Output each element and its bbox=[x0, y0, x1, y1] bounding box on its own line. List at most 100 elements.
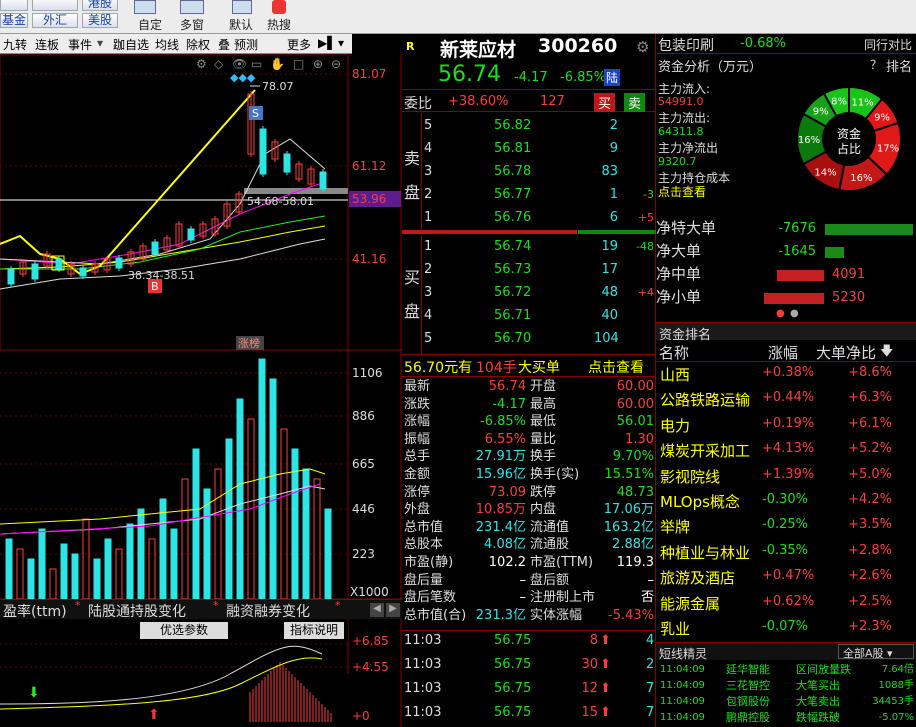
tool-lianban[interactable]: 连板 bbox=[35, 36, 59, 53]
news-stock[interactable]: 包钢股份 bbox=[726, 694, 770, 710]
rank-row[interactable]: 煤炭开采加工 +4.13% +5.2% bbox=[658, 437, 916, 462]
sell-button[interactable]: 卖 bbox=[624, 93, 646, 112]
ask-level-row[interactable]: 1 56.76 6 +5 bbox=[404, 207, 654, 230]
custom-icon[interactable] bbox=[134, 0, 156, 14]
news-stock[interactable]: 延华智能 bbox=[726, 662, 770, 678]
tab-hk-connect[interactable]: 陆股通持股变化 bbox=[88, 601, 186, 621]
bid-level-row[interactable]: 3 56.72 48 +4 bbox=[404, 282, 654, 305]
view-link[interactable]: 点击查看 bbox=[588, 357, 644, 377]
pie-slice-label: 9% bbox=[813, 107, 829, 118]
ask-level-row[interactable]: 5 56.82 2 bbox=[404, 115, 654, 138]
rank-row[interactable]: 影视院线 +1.39% +5.0% bbox=[658, 463, 916, 488]
tool-exright[interactable]: 除权 bbox=[186, 36, 210, 53]
market-btn[interactable] bbox=[0, 0, 28, 11]
chevron-down-icon[interactable]: ▾ bbox=[338, 36, 344, 50]
news-stock[interactable]: 鹏鼎控股 bbox=[726, 710, 770, 726]
stat-label: 总市值(合) bbox=[404, 607, 467, 623]
tab-pe-ttm[interactable]: 盈率(ttm) bbox=[3, 601, 67, 621]
rank-row[interactable]: MLOps概念 -0.30% +4.2% bbox=[658, 488, 916, 513]
rank-row[interactable]: 乳业 -0.07% +2.3% bbox=[658, 615, 916, 640]
tool-overlay[interactable]: 叠 bbox=[218, 36, 230, 53]
default-icon[interactable] bbox=[232, 0, 252, 14]
page-dot[interactable]: ● bbox=[776, 306, 785, 322]
tool-forecast[interactable]: 预测 bbox=[234, 36, 258, 53]
settings-icon[interactable]: ⚙ bbox=[636, 38, 649, 56]
volume-bar bbox=[27, 558, 35, 600]
rank-link[interactable]: 排名 bbox=[886, 56, 912, 75]
bid-level-row[interactable]: 1 56.74 19 -48 bbox=[404, 236, 654, 259]
scroll-right-icon[interactable]: ▶ bbox=[386, 603, 400, 617]
rank-row[interactable]: 电力 +0.19% +6.1% bbox=[658, 412, 916, 437]
candle bbox=[259, 128, 267, 175]
rank-row[interactable]: 种植业与林业 -0.35% +2.8% bbox=[658, 539, 916, 564]
expand-icon[interactable]: ▶▌ bbox=[318, 36, 336, 50]
default-label[interactable]: 默认 bbox=[229, 16, 253, 33]
rank-row[interactable]: 公路铁路运输 +0.44% +6.3% bbox=[658, 386, 916, 411]
sector-name[interactable]: 包装印刷 bbox=[658, 35, 714, 55]
volume-bar bbox=[269, 378, 277, 600]
bid-level-row[interactable]: 4 56.71 40 bbox=[404, 305, 654, 328]
news-time: 11:04:09 bbox=[660, 664, 705, 675]
bid-level-row[interactable]: 5 56.70 104 bbox=[404, 328, 654, 351]
news-event: 区间放量跌 bbox=[796, 663, 851, 676]
stat-label: 盘后量 bbox=[404, 572, 444, 588]
scroll-left-icon[interactable]: ◀ bbox=[370, 603, 384, 617]
chevron-down-icon[interactable]: ▾ bbox=[97, 36, 103, 50]
bid-level-row[interactable]: 2 56.73 17 bbox=[404, 259, 654, 282]
ask-level-row[interactable]: 2 56.77 1 -3 bbox=[404, 184, 654, 207]
hot-search-label[interactable]: 热搜 bbox=[267, 16, 291, 33]
forex-btn[interactable]: 外汇 bbox=[32, 13, 78, 28]
pie-slice-label: 17% bbox=[877, 144, 899, 155]
tool-jiuzhuan[interactable]: 九转 bbox=[3, 36, 27, 53]
tab-margin[interactable]: 融资融券变化 bbox=[226, 601, 310, 621]
eye-icon: 👁 bbox=[232, 57, 247, 71]
flow-bars: 净特大单 -7676 净大单 -1645 净中单 4091 净小单 5230 ● ● bbox=[656, 214, 916, 324]
rank-row[interactable]: 举牌 -0.25% +3.5% bbox=[658, 513, 916, 538]
level-volume: 48 bbox=[601, 285, 618, 300]
stat-value: 15.96亿 bbox=[475, 467, 526, 482]
arrow-up-icon: ⬆ bbox=[600, 633, 611, 648]
page-dot[interactable]: ● bbox=[790, 306, 799, 322]
rank-big-net: +6.1% bbox=[848, 415, 892, 431]
ask-level-row[interactable]: 3 56.78 83 bbox=[404, 161, 654, 184]
multiwindow-icon[interactable] bbox=[180, 0, 204, 14]
stat-label: 外盘 bbox=[404, 502, 431, 518]
indicator-help-button[interactable]: 指标说明 bbox=[284, 622, 344, 639]
hot-search-icon[interactable] bbox=[272, 0, 286, 14]
buy-button[interactable]: 买 bbox=[594, 93, 616, 112]
tool-more[interactable]: 更多 bbox=[287, 36, 311, 53]
tool-event[interactable]: 事件 bbox=[68, 36, 92, 53]
view-link[interactable]: 点击查看 bbox=[658, 183, 706, 200]
multiwindow-label[interactable]: 多窗 bbox=[180, 16, 204, 33]
stat-label: 涨跌 bbox=[404, 396, 431, 412]
volume-bar bbox=[71, 553, 79, 600]
market-btn[interactable] bbox=[32, 0, 78, 11]
pie-slice-label: 16% bbox=[798, 135, 820, 146]
tool-add-watch[interactable]: 跏自选 bbox=[113, 36, 149, 53]
zoom-in-icon: ⊕ bbox=[313, 57, 323, 71]
news-time: 11:04:09 bbox=[660, 712, 705, 723]
us-stock-btn[interactable]: 美股 bbox=[82, 13, 118, 28]
fund-btn[interactable]: 基金 bbox=[0, 13, 28, 28]
peer-compare-link[interactable]: 同行对比 bbox=[864, 36, 912, 53]
ask-level-row[interactable]: 4 56.81 9 bbox=[404, 138, 654, 161]
news-value: 34453手 bbox=[872, 696, 914, 707]
top-toolbar: 港股 基金 外汇 美股 自定 多窗 默认 热搜 bbox=[0, 0, 916, 34]
weibi-row: 委比 +38.60% 127 买 卖 bbox=[402, 89, 656, 112]
custom-label[interactable]: 自定 bbox=[138, 16, 162, 33]
rank-row[interactable]: 能源金属 +0.62% +2.5% bbox=[658, 590, 916, 615]
hk-btn[interactable]: 港股 bbox=[82, 0, 118, 11]
stat-label: 涨幅 bbox=[404, 414, 431, 430]
rank-name: 影视院线 bbox=[660, 467, 721, 486]
stat-label: 市盈(TTM) bbox=[530, 555, 594, 570]
pie-center-label: 占比 bbox=[837, 141, 861, 156]
tool-ma[interactable]: 均线 bbox=[155, 36, 179, 53]
news-stock[interactable]: 三花智控 bbox=[726, 678, 770, 694]
sort-column[interactable]: 大单净比 bbox=[816, 342, 876, 363]
rank-row[interactable]: 旅游及酒店 +0.47% +2.6% bbox=[658, 564, 916, 589]
rank-pct: -0.35% bbox=[762, 542, 808, 558]
market-filter-select[interactable]: 全部A股 ▾ bbox=[838, 644, 914, 660]
tick-count: 7 bbox=[646, 705, 655, 720]
rank-row[interactable]: 山西 +0.38% +8.6% bbox=[658, 361, 916, 386]
preferred-params-button[interactable]: 优选参数 bbox=[140, 622, 228, 639]
